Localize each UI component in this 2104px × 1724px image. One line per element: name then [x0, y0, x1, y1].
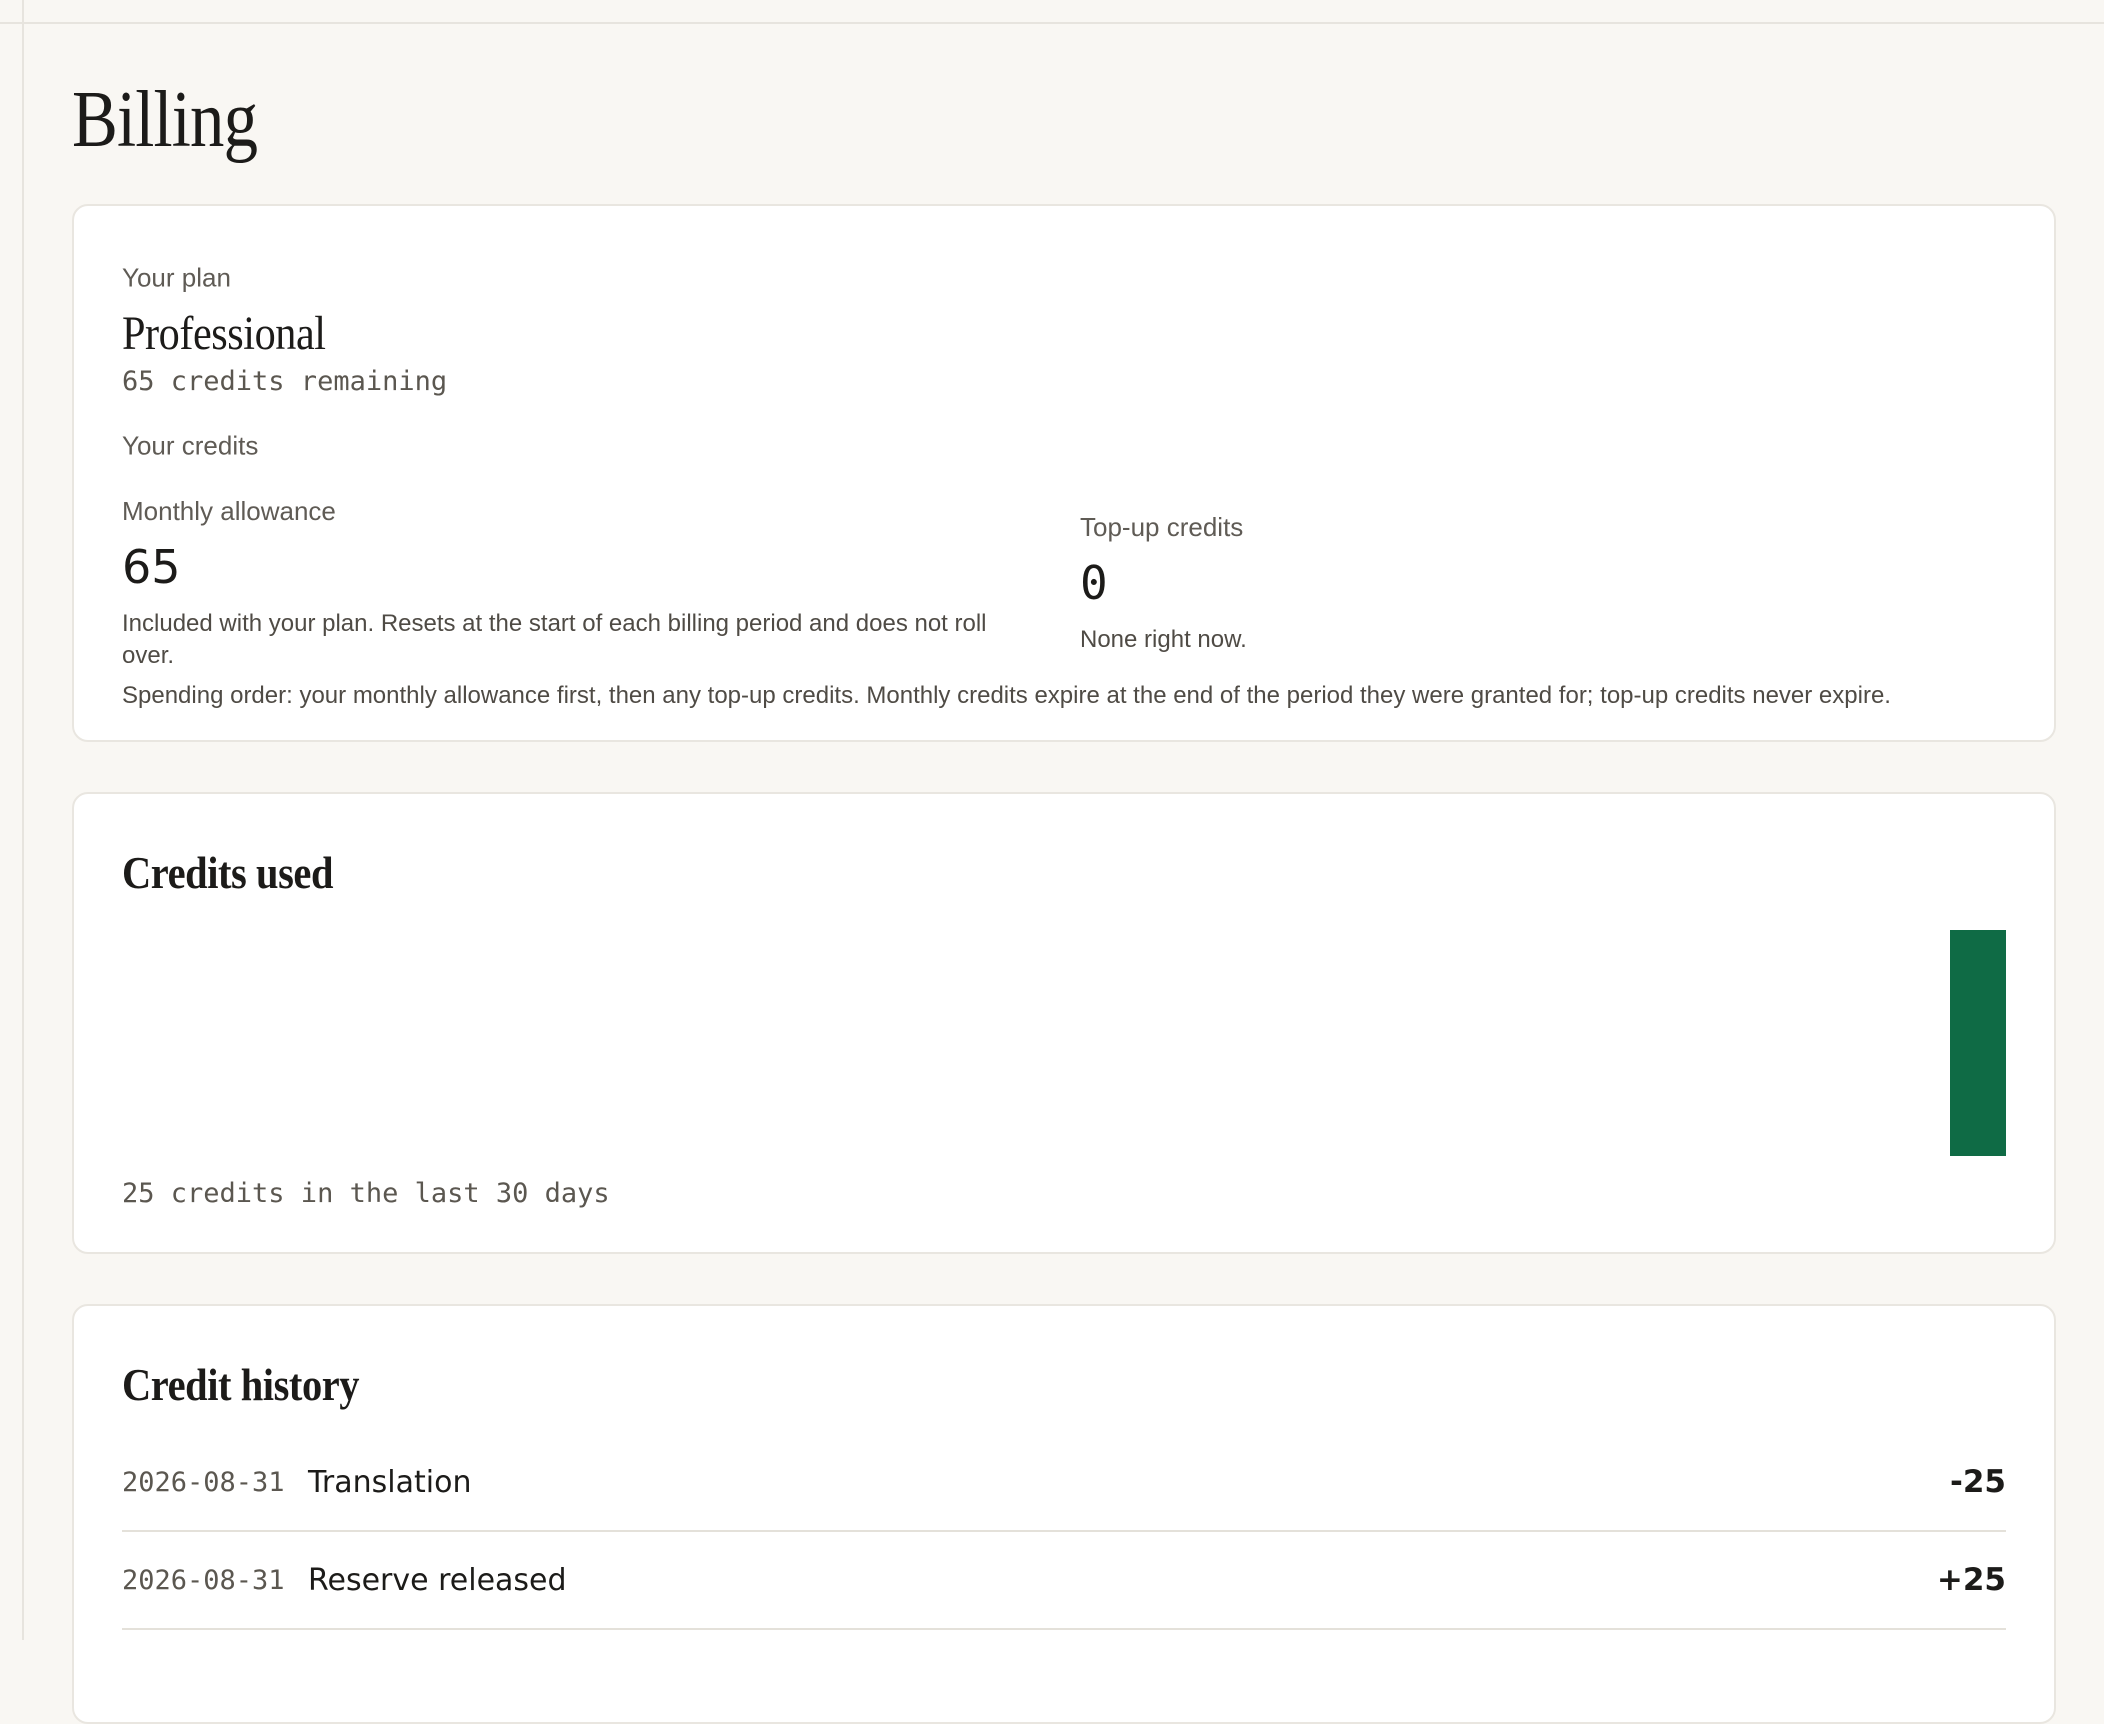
- history-amount: +25: [1936, 1562, 2006, 1598]
- credits-used-title: Credits used: [122, 847, 334, 898]
- topup-credits: Top-up credits 0 None right now.: [1080, 514, 1980, 656]
- monthly-allowance-description: Included with your plan. Resets at the s…: [122, 610, 987, 669]
- credit-history-title: Credit history: [122, 1359, 360, 1410]
- monthly-allowance: Monthly allowance 65 Included with your …: [122, 498, 1042, 672]
- history-amount: -25: [1949, 1464, 2006, 1500]
- history-date: 2026-08-31: [122, 1564, 285, 1596]
- credits-used-chart: [1950, 930, 2006, 1156]
- credit-history-list: 2026-08-31 Translation -25 2026-08-31 Reserv…: [122, 1434, 2006, 1630]
- topup-credits-description: None right now.: [1080, 626, 1247, 653]
- history-date: 2026-08-31: [122, 1466, 285, 1498]
- usage-bar: [1950, 930, 2006, 1156]
- your-credits-label: Your credits: [122, 430, 259, 461]
- monthly-allowance-value: 65: [122, 540, 181, 594]
- credits-used-summary: 25 credits in the last 30 days: [122, 1178, 610, 1209]
- plan-name: Professional: [122, 307, 326, 360]
- history-row: 2026-08-31 Reserve released +25: [122, 1532, 2006, 1630]
- topup-credits-label: Top-up credits: [1080, 512, 1244, 542]
- history-description: Reserve released: [308, 1562, 567, 1598]
- plan-label: Your plan: [122, 262, 231, 293]
- history-description: Translation: [308, 1464, 472, 1500]
- credit-history-card: Credit history 2026-08-31 Translation -25 2…: [72, 1304, 2056, 1724]
- monthly-allowance-label: Monthly allowance: [122, 496, 336, 526]
- plan-card: Your plan Professional 65 credits remain…: [72, 204, 2056, 742]
- history-row: 2026-08-31 Translation -25: [122, 1434, 2006, 1532]
- page-title: Billing: [72, 76, 258, 164]
- main-content: Billing Your plan Professional 65 credit…: [72, 24, 2056, 1724]
- top-bar: [0, 0, 2104, 24]
- credits-remaining: 65 credits remaining: [122, 366, 448, 397]
- topup-credits-value: 0: [1080, 556, 1108, 610]
- credits-used-card: Credits used 25 credits in the last 30 d…: [72, 792, 2056, 1254]
- left-rail: [0, 0, 24, 1640]
- spending-order-note: Spending order: your monthly allowance f…: [122, 682, 1891, 709]
